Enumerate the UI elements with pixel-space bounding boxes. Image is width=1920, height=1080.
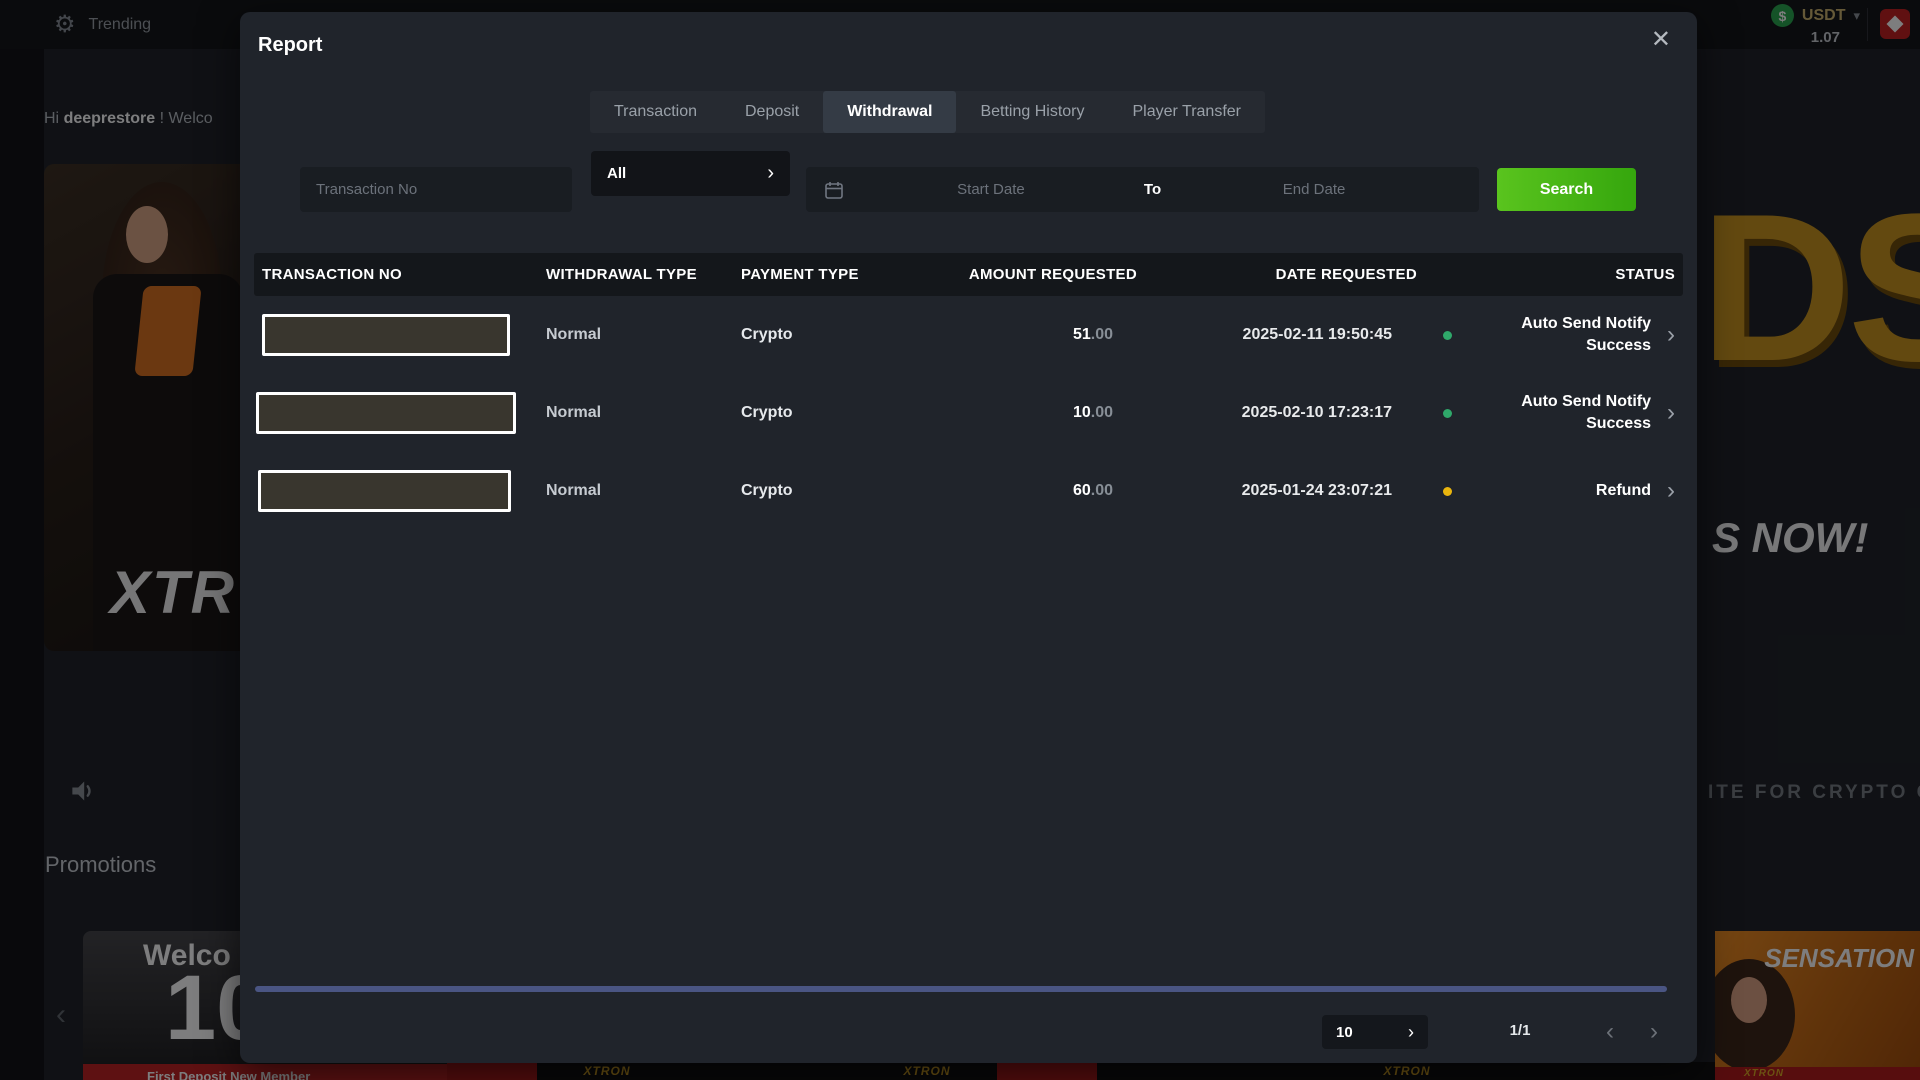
start-date-input[interactable] [844, 181, 1138, 198]
payment-type: Crypto [741, 326, 909, 344]
status-text: Auto Send Notify Success [1481, 391, 1651, 434]
report-tabbar: Transaction Deposit Withdrawal Betting H… [590, 91, 1265, 133]
page-size-value: 10 [1336, 1024, 1353, 1041]
tab-transaction[interactable]: Transaction [590, 91, 721, 133]
chevron-right-icon: › [1408, 1022, 1414, 1043]
date-requested: 2025-02-10 17:23:17 [1137, 404, 1417, 422]
status-cell: Auto Send Notify Success › [1417, 313, 1675, 356]
type-filter-dropdown[interactable]: All › [591, 151, 790, 196]
horizontal-scrollbar[interactable] [255, 986, 1667, 992]
withdrawal-type: Normal [546, 404, 741, 422]
table-row[interactable]: Normal Crypto 60.00 2025-01-24 23:07:21 … [254, 452, 1683, 530]
status-cell: Refund › [1417, 479, 1675, 503]
amount-requested: 51.00 [909, 326, 1137, 344]
page-indicator: 1/1 [1480, 1022, 1560, 1039]
table-header: TRANSACTION NO WITHDRAWAL TYPE PAYMENT T… [254, 253, 1683, 296]
redacted-transaction-no [262, 314, 510, 356]
status-text: Auto Send Notify Success [1481, 313, 1651, 356]
search-button[interactable]: Search [1497, 168, 1636, 211]
tab-player-transfer[interactable]: Player Transfer [1109, 91, 1265, 133]
col-date-requested: DATE REQUESTED [1137, 266, 1417, 283]
date-range-filter: To [806, 167, 1479, 212]
col-amount-requested: AMOUNT REQUESTED [909, 266, 1137, 283]
redacted-transaction-no [256, 392, 516, 434]
report-modal: Report ✕ Transaction Deposit Withdrawal … [240, 12, 1697, 1063]
tab-deposit[interactable]: Deposit [721, 91, 823, 133]
status-dot [1443, 331, 1452, 340]
col-payment-type: PAYMENT TYPE [741, 266, 909, 283]
end-date-input[interactable] [1167, 181, 1461, 198]
chevron-right-icon[interactable]: › [1667, 479, 1675, 503]
payment-type: Crypto [741, 482, 909, 500]
pagination-next-icon[interactable]: › [1650, 1016, 1658, 1047]
type-filter-value: All [607, 165, 626, 182]
close-icon[interactable]: ✕ [1651, 28, 1671, 52]
modal-title: Report [258, 34, 322, 57]
withdrawal-type: Normal [546, 482, 741, 500]
pagination-prev-icon[interactable]: ‹ [1606, 1016, 1614, 1047]
table-row[interactable]: Normal Crypto 10.00 2025-02-10 17:23:17 … [254, 374, 1683, 452]
chevron-right-icon[interactable]: › [1667, 401, 1675, 425]
chevron-right-icon: › [767, 162, 774, 185]
status-dot [1443, 487, 1452, 496]
redacted-transaction-no [258, 470, 511, 512]
tab-withdrawal[interactable]: Withdrawal [823, 91, 956, 133]
date-separator-label: To [1138, 181, 1167, 198]
col-status: STATUS [1417, 266, 1675, 283]
amount-requested: 60.00 [909, 482, 1137, 500]
col-withdrawal-type: WITHDRAWAL TYPE [546, 266, 741, 283]
table-body: Normal Crypto 51.00 2025-02-11 19:50:45 … [254, 296, 1683, 530]
payment-type: Crypto [741, 404, 909, 422]
status-dot [1443, 409, 1452, 418]
date-requested: 2025-02-11 19:50:45 [1137, 326, 1417, 344]
withdrawal-type: Normal [546, 326, 741, 344]
tab-betting-history[interactable]: Betting History [956, 91, 1108, 133]
table-row[interactable]: Normal Crypto 51.00 2025-02-11 19:50:45 … [254, 296, 1683, 374]
chevron-right-icon[interactable]: › [1667, 323, 1675, 347]
date-requested: 2025-01-24 23:07:21 [1137, 482, 1417, 500]
transaction-no-input[interactable] [300, 167, 572, 212]
col-transaction-no: TRANSACTION NO [262, 266, 546, 283]
page-size-selector[interactable]: 10 › [1322, 1015, 1428, 1049]
calendar-icon [824, 180, 844, 200]
amount-requested: 10.00 [909, 404, 1137, 422]
status-cell: Auto Send Notify Success › [1417, 391, 1675, 434]
page: ⚙ Trending $ USDT ▾ 1.07 Hi deeprestore … [0, 0, 1920, 1080]
status-text: Refund [1481, 480, 1651, 502]
